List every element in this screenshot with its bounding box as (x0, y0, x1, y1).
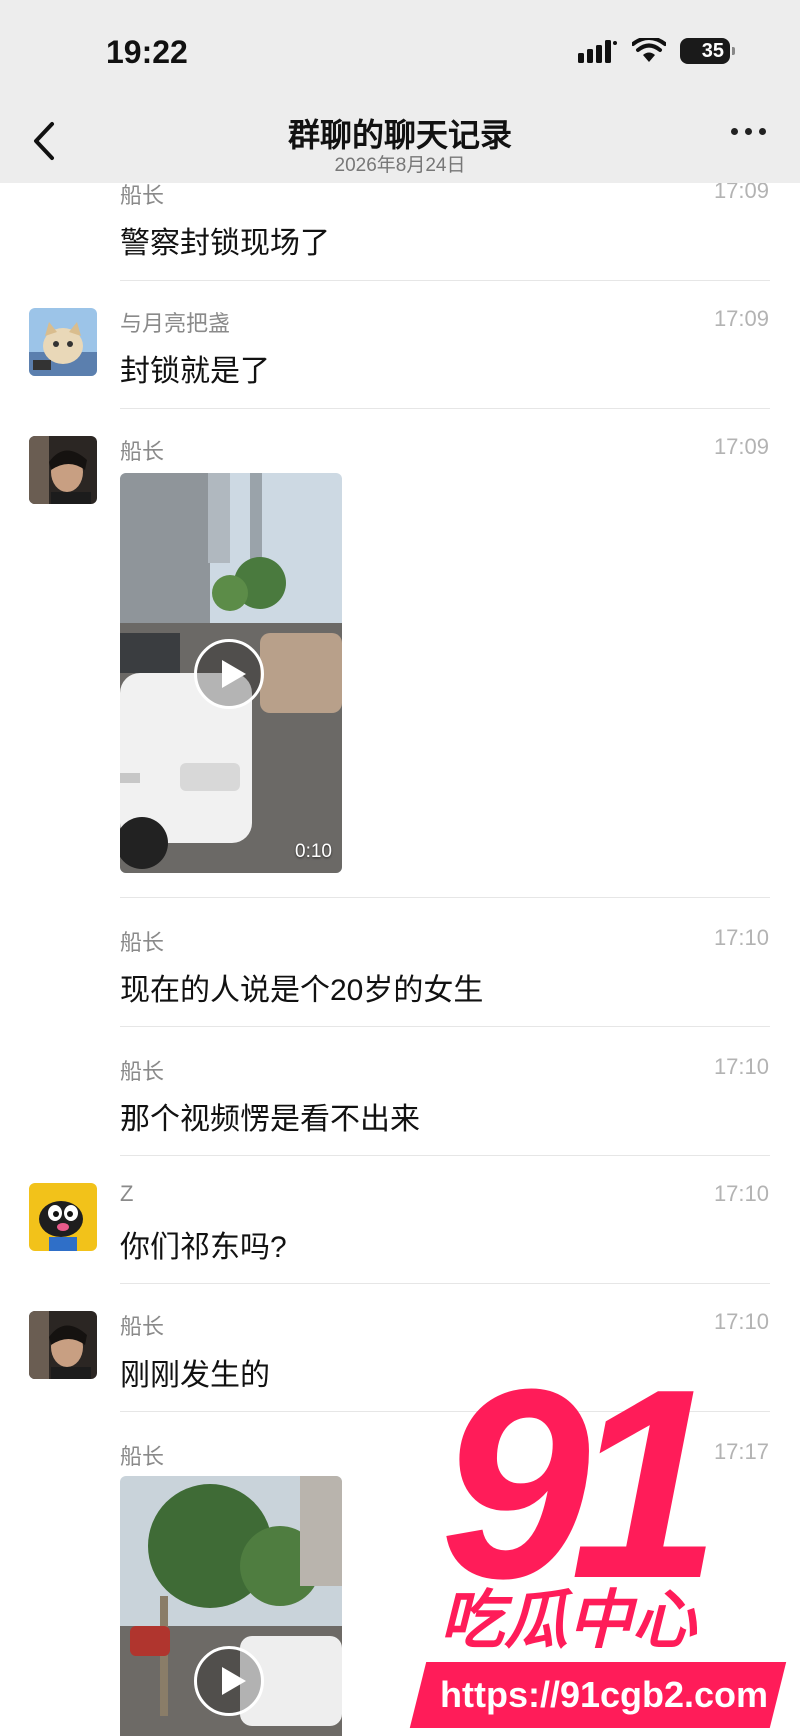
signal-icon (578, 40, 617, 63)
status-icons: 35 (578, 38, 735, 64)
message-text[interactable]: 警察封锁现场了 (120, 218, 330, 262)
watermark-url: https://91cgb2.com (440, 1674, 769, 1715)
play-icon[interactable] (194, 639, 264, 709)
video-message[interactable]: 0:10 (120, 473, 342, 873)
sender-name: 船长 (120, 1444, 165, 1469)
message-text[interactable]: 你们祁东吗? (120, 1222, 287, 1266)
wifi-icon (632, 38, 666, 62)
message-time: 17:10 (713, 1309, 769, 1334)
watermark-logo: 91 吃瓜中心 https://91cgb2.com (400, 1350, 800, 1736)
message-text[interactable]: 刚刚发生的 (120, 1350, 270, 1394)
battery-icon: 35 (680, 38, 735, 64)
video-duration: 0:10 (295, 841, 332, 862)
avatar[interactable] (29, 308, 97, 376)
divider (120, 408, 770, 409)
page-subtitle: 2026年8月24日 (334, 155, 466, 176)
watermark-name: 吃瓜中心 (440, 1584, 696, 1656)
video-message[interactable] (120, 1476, 342, 1736)
message-time: 17:10 (713, 1054, 769, 1079)
message-time: 17:09 (713, 434, 769, 459)
divider (120, 1283, 770, 1284)
battery-level: 35 (701, 39, 724, 62)
top-bar: 19:22 35 群聊的聊天记录 2026年8月24日 (0, 0, 800, 183)
message-time: 17:10 (713, 925, 769, 950)
avatar[interactable] (29, 1183, 97, 1251)
sender-name: 船长 (120, 1314, 165, 1339)
sender-name: Z (120, 1181, 134, 1206)
divider (120, 280, 770, 281)
avatar[interactable] (29, 1311, 97, 1379)
message-time: 17:10 (713, 1181, 769, 1206)
divider (120, 897, 770, 898)
message-text[interactable]: 现在的人说是个20岁的女生 (120, 965, 483, 1009)
more-icon[interactable] (731, 128, 766, 135)
divider (120, 1155, 770, 1156)
sender-name: 与月亮把盏 (120, 311, 231, 336)
sender-name: 船长 (120, 930, 165, 955)
message-time: 17:09 (713, 306, 769, 331)
sender-name: 船长 (120, 1059, 165, 1084)
message-text[interactable]: 封锁就是了 (120, 346, 270, 390)
status-time: 19:22 (106, 34, 188, 70)
sender-name: 船长 (120, 439, 165, 464)
message-text[interactable]: 那个视频愣是看不出来 (120, 1094, 420, 1138)
watermark-number: 91 (440, 1334, 720, 1635)
divider (120, 1026, 770, 1027)
play-icon[interactable] (194, 1646, 264, 1716)
avatar[interactable] (29, 436, 97, 504)
